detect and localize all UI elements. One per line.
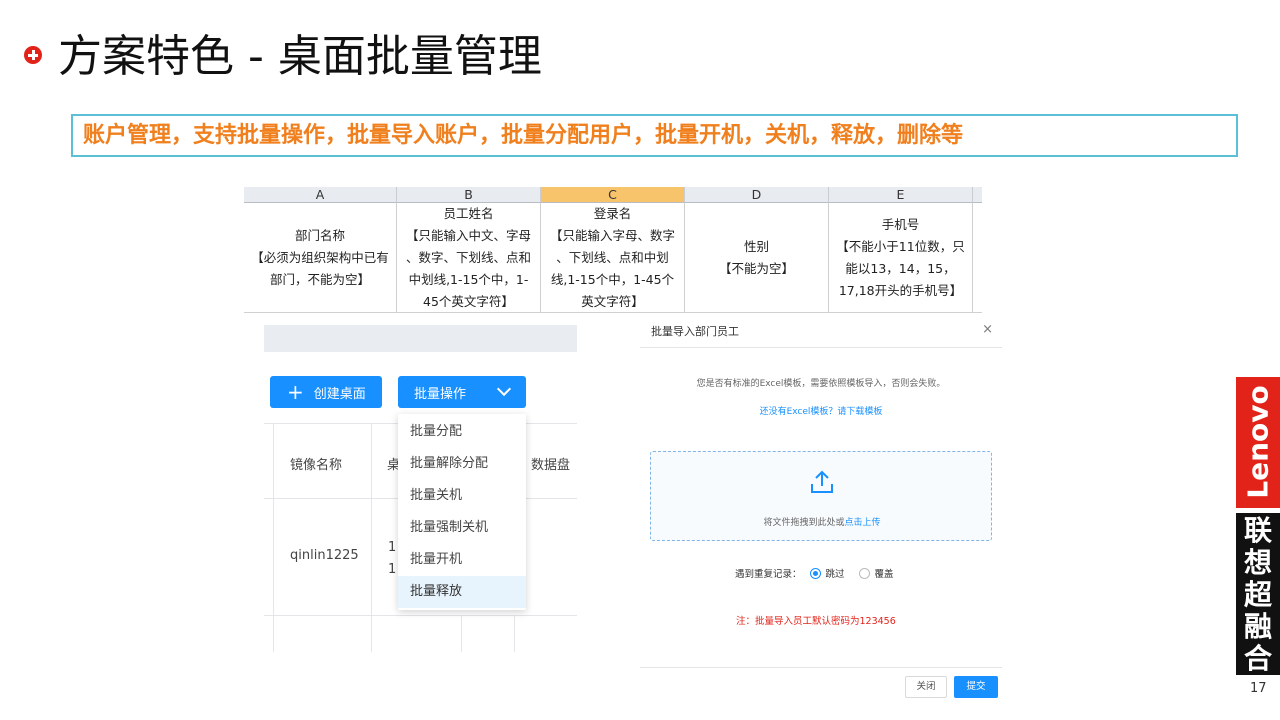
app-toolbar-strip	[264, 325, 577, 352]
chevron-down-icon	[496, 381, 512, 397]
download-template-link[interactable]: 还没有Excel模板？请下载模板	[640, 404, 1002, 417]
cell-department: 部门名称 【必须为组织架构中已有 部门，不能为空】	[244, 203, 397, 312]
table-col-divider	[514, 615, 515, 652]
upload-dropzone[interactable]: 将文件拖拽到此处或点击上传	[650, 451, 992, 541]
batch-operation-button[interactable]: 批量操作	[398, 376, 526, 408]
column-header-a: A	[244, 187, 397, 203]
upload-hint: 将文件拖拽到此处或	[763, 518, 845, 528]
menu-item-batch-assign[interactable]: 批量分配	[398, 416, 526, 448]
column-header-data-disk: 数据盘	[531, 458, 571, 473]
lenovo-logo: Lenovo	[1236, 377, 1280, 508]
batch-operation-menu: 批量分配 批量解除分配 批量关机 批量强制关机 批量开机 批量释放	[398, 414, 526, 610]
duplicate-record-option: 遇到重复记录： 跳过 覆盖	[735, 566, 894, 580]
menu-item-batch-unassign[interactable]: 批量解除分配	[398, 448, 526, 480]
table-row-image-name: qinlin1225	[290, 548, 359, 563]
column-header-c: C	[541, 187, 685, 203]
brand-tagline: 联 想 超 融 合	[1236, 513, 1280, 675]
page-number: 17	[1250, 681, 1267, 696]
plus-icon: +	[287, 380, 304, 404]
table-row-partial-value: 1	[388, 540, 397, 555]
dialog-header-divider	[640, 347, 1002, 348]
brand-tagline-char: 融	[1243, 610, 1272, 643]
click-upload-link[interactable]: 点击上传	[845, 518, 881, 528]
lenovo-logo-text: Lenovo	[1241, 385, 1275, 499]
menu-item-batch-release[interactable]: 批量释放	[398, 576, 526, 608]
menu-item-batch-power-on[interactable]: 批量开机	[398, 544, 526, 576]
upload-icon	[811, 470, 833, 493]
create-desktop-label: 创建桌面	[313, 386, 366, 402]
duplicate-record-label: 遇到重复记录：	[735, 569, 802, 580]
brand-tagline-char: 联	[1243, 514, 1272, 547]
column-header-b: B	[397, 187, 541, 203]
batch-operation-label: 批量操作	[414, 386, 467, 402]
title-bullet-icon	[24, 46, 42, 64]
column-header-f	[973, 187, 982, 203]
cell-phone: 手机号 【不能小于11位数，只 能以13，14，15， 17,18开头的手机号】	[829, 203, 973, 312]
cell-login-name: 登录名 【只能输入字母、数字 、下划线、点和中划 线,1-15个中，1-45个 …	[541, 203, 685, 312]
upload-text: 将文件拖拽到此处或点击上传	[651, 515, 993, 528]
cell-employee-name: 员工姓名 【只能输入中文、字母 、数字、下划线、点和 中划线,1-15个中，1-…	[397, 203, 541, 312]
dialog-footer-divider	[640, 667, 1002, 668]
import-employees-dialog: 批量导入部门员工 × 您是否有标准的Excel模板，需要依照模板导入，否则会失败…	[640, 313, 1002, 703]
table-col-divider	[461, 615, 462, 652]
brand-tagline-char: 超	[1243, 578, 1272, 611]
dialog-title: 批量导入部门员工	[651, 325, 739, 338]
radio-skip[interactable]	[809, 567, 821, 579]
excel-template-sheet: A B C D E 部门名称 【必须为组织架构中已有 部门，不能为空】 员工姓名…	[244, 187, 982, 312]
dialog-close-button[interactable]: 关闭	[905, 676, 947, 698]
page-title: 方案特色 - 桌面批量管理	[58, 31, 542, 82]
close-icon[interactable]: ×	[982, 322, 993, 337]
table-row-border	[264, 615, 577, 616]
table-row-partial-value: 1	[388, 562, 397, 577]
subtitle-text: 账户管理，支持批量操作，批量导入账户，批量分配用户，批量开机，关机，释放，删除等	[83, 123, 964, 148]
brand-tagline-char: 想	[1243, 546, 1272, 579]
create-desktop-button[interactable]: + 创建桌面	[270, 376, 382, 408]
cell-gender: 性别 【不能为空】	[685, 203, 829, 312]
dialog-submit-button[interactable]: 提交	[954, 676, 998, 698]
table-col-divider	[371, 423, 372, 652]
dialog-tip: 您是否有标准的Excel模板，需要依照模板导入，否则会失败。	[696, 379, 946, 389]
column-header-d: D	[685, 187, 829, 203]
menu-item-batch-force-shutdown[interactable]: 批量强制关机	[398, 512, 526, 544]
radio-skip-label: 跳过	[825, 569, 845, 580]
brand-tagline-char: 合	[1243, 642, 1272, 675]
column-header-e: E	[829, 187, 973, 203]
column-header-image-name: 镜像名称	[290, 458, 343, 473]
default-password-note: 注：批量导入员工默认密码为123456	[736, 616, 896, 627]
radio-overwrite-label: 覆盖	[874, 569, 894, 580]
menu-item-batch-shutdown[interactable]: 批量关机	[398, 480, 526, 512]
subtitle-box: 账户管理，支持批量操作，批量导入账户，批量分配用户，批量开机，关机，释放，删除等	[71, 114, 1238, 157]
radio-overwrite[interactable]	[858, 567, 870, 579]
table-col-divider	[273, 423, 274, 652]
